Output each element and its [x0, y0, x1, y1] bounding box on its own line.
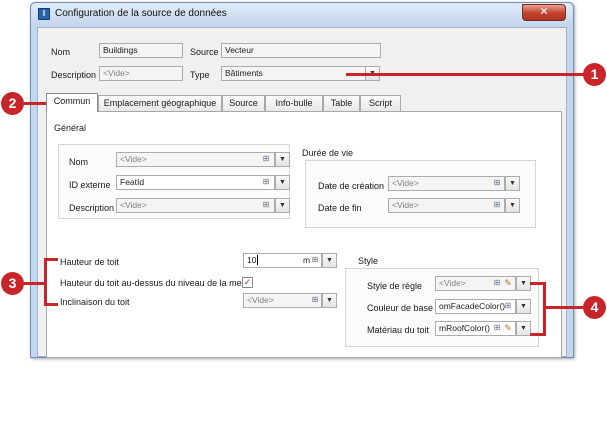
above-sea-level-label: Hauteur du toit au-dessus du niveau de l…: [60, 278, 245, 288]
callout-3: 3: [1, 272, 24, 295]
roof-height-dropdown-icon[interactable]: ▼: [322, 253, 337, 268]
tab-script[interactable]: Script: [360, 95, 401, 111]
binding-icon[interactable]: ⊞: [492, 323, 502, 333]
callout-4-bracket: [543, 282, 546, 336]
name-label: Nom: [51, 47, 71, 57]
callout-3-bracket-bottom: [44, 303, 58, 306]
end-date-dropdown-icon[interactable]: ▼: [505, 198, 520, 213]
creation-date-field[interactable]: <Vide>: [388, 176, 505, 191]
close-button[interactable]: ✕: [522, 4, 566, 21]
tab-commun[interactable]: Commun: [46, 93, 98, 112]
pencil-icon[interactable]: ✎: [503, 278, 513, 288]
description-field[interactable]: <Vide>: [99, 66, 183, 81]
general-nom-label: Nom: [69, 157, 89, 167]
base-color-dropdown-icon[interactable]: ▼: [516, 299, 531, 314]
binding-icon[interactable]: ⊞: [503, 301, 513, 311]
creation-date-dropdown-icon[interactable]: ▼: [505, 176, 520, 191]
tab-info-bulle[interactable]: Info-bulle: [265, 95, 323, 111]
roof-incline-dropdown-icon[interactable]: ▼: [322, 293, 337, 308]
callout-4-bracket-bottom: [530, 333, 545, 336]
general-section-title: Général: [54, 123, 87, 133]
roof-material-label: Matériau du toit: [367, 325, 430, 335]
external-id-dropdown-icon[interactable]: ▼: [275, 175, 290, 190]
external-id-label: ID externe: [69, 180, 111, 190]
end-date-field[interactable]: <Vide>: [388, 198, 505, 213]
binding-icon[interactable]: ⊞: [492, 200, 502, 210]
tab-table[interactable]: Table: [323, 95, 360, 111]
binding-icon[interactable]: ⊞: [261, 154, 271, 164]
general-description-label: Description: [69, 203, 115, 213]
callout-3-bracket-top: [44, 258, 58, 261]
window-title: Configuration de la source de données: [55, 8, 227, 19]
name-field[interactable]: Buildings: [99, 43, 183, 58]
roof-material-dropdown-icon[interactable]: ▼: [516, 321, 531, 336]
source-field[interactable]: Vecteur: [221, 43, 381, 58]
external-id-field[interactable]: FeatId: [116, 175, 275, 190]
pencil-icon[interactable]: ✎: [503, 323, 513, 333]
callout-2: 2: [1, 92, 24, 115]
creation-date-label: Date de création: [318, 181, 385, 191]
description-label: Description: [51, 70, 97, 80]
tab-source[interactable]: Source: [222, 95, 265, 111]
callout-4-line: [545, 306, 583, 309]
lifetime-section-title: Durée de vie: [302, 148, 354, 158]
end-date-label: Date de fin: [318, 203, 362, 213]
binding-icon[interactable]: ⊞: [492, 178, 502, 188]
rule-style-dropdown-icon[interactable]: ▼: [516, 276, 531, 291]
above-sea-level-checkbox[interactable]: ✓: [242, 277, 253, 288]
rule-style-label: Style de règle: [367, 281, 423, 291]
binding-icon[interactable]: ⊞: [261, 200, 271, 210]
general-nom-dropdown-icon[interactable]: ▼: [275, 152, 290, 167]
title-bar[interactable]: I Configuration de la source de données …: [31, 3, 573, 25]
general-description-field[interactable]: <Vide>: [116, 198, 275, 213]
binding-icon[interactable]: ⊞: [310, 295, 320, 305]
callout-4: 4: [583, 296, 606, 319]
style-section-title: Style: [358, 256, 379, 266]
roof-height-value: 10: [247, 255, 257, 265]
binding-icon[interactable]: ⊞: [310, 255, 320, 265]
roof-height-label: Hauteur de toit: [60, 257, 120, 267]
callout-3-bracket: [44, 258, 47, 306]
tab-emplacement-geographique[interactable]: Emplacement géographique: [98, 95, 222, 111]
callout-3-line: [24, 282, 44, 285]
type-label: Type: [190, 70, 210, 80]
callout-1: 1: [583, 63, 606, 86]
binding-icon[interactable]: ⊞: [261, 177, 271, 187]
base-color-label: Couleur de base: [367, 303, 434, 313]
callout-1-line: [346, 73, 584, 76]
general-description-dropdown-icon[interactable]: ▼: [275, 198, 290, 213]
lifetime-group: [305, 160, 536, 228]
general-nom-field[interactable]: <Vide>: [116, 152, 275, 167]
source-label: Source: [190, 47, 219, 57]
binding-icon[interactable]: ⊞: [492, 278, 502, 288]
layer-config-icon: I: [38, 8, 50, 20]
roof-incline-label: Inclinaison du toit: [60, 297, 130, 307]
type-select[interactable]: Bâtiments: [221, 66, 366, 81]
